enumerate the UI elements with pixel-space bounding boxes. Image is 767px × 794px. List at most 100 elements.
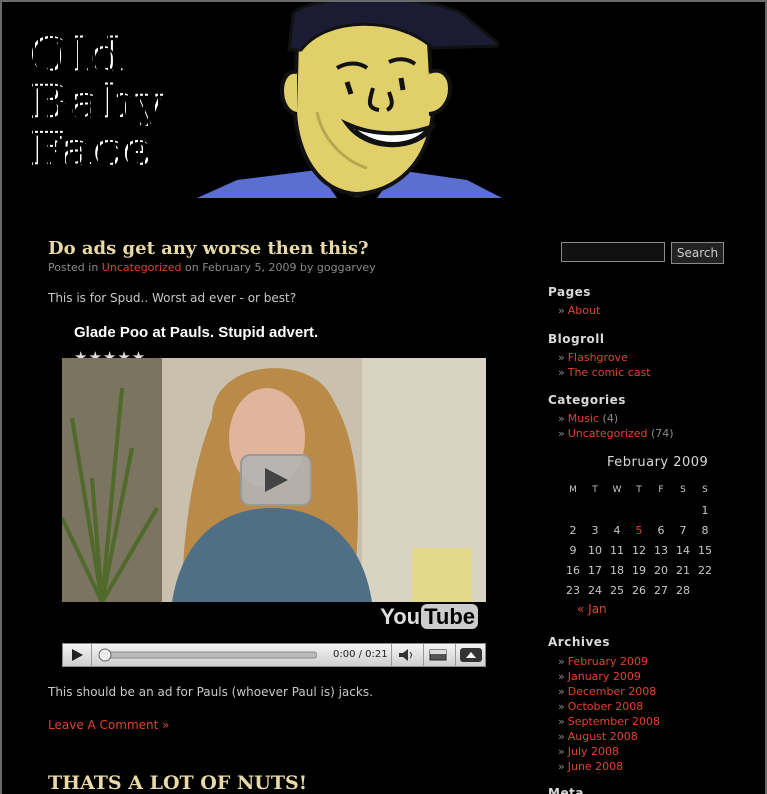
calendar-day: 22 [698, 563, 712, 577]
leave-comment-link[interactable]: Leave A Comment » [48, 718, 169, 732]
progress-bar[interactable] [97, 644, 318, 666]
logo-line: Old [30, 32, 164, 79]
calendar-day [672, 500, 694, 520]
weekday: W [612, 485, 622, 495]
calendar-day: 6 [657, 523, 665, 537]
calendar-day [650, 500, 672, 520]
sidebar-link[interactable]: » The comic cast [558, 366, 651, 379]
volume-button[interactable] [391, 644, 420, 666]
calendar-day [562, 500, 584, 520]
calendar-day: 10 [588, 543, 602, 557]
video-title[interactable]: Glade Poo at Pauls. Stupid advert. [74, 324, 318, 341]
arrow-icon: » [558, 760, 565, 773]
youtube-logo-tube: Tube [421, 604, 478, 629]
meta-suffix: on February 5, 2009 by goggarvey [185, 261, 376, 274]
header-face-illustration [197, 2, 502, 198]
size-toggle-button[interactable] [423, 644, 452, 666]
weekday: T [636, 485, 642, 495]
archive-link[interactable]: » August 2008 [558, 730, 638, 743]
arrow-icon: » [558, 700, 565, 713]
archive-link[interactable]: » February 2009 [558, 655, 648, 668]
archive-link-label: December 2008 [567, 685, 657, 698]
archive-link[interactable]: » October 2008 [558, 700, 643, 713]
arrow-icon: » [558, 427, 565, 440]
play-icon [265, 468, 288, 492]
archives-heading: Archives [548, 635, 611, 649]
weekday: S [702, 485, 708, 495]
sidebar-link-label: The comic cast [567, 366, 651, 379]
sidebar-link[interactable]: » Uncategorized (74) [558, 427, 674, 440]
site-logo[interactable]: Old Baby Face [30, 32, 164, 173]
post-body: This should be an ad for Pauls (whoever … [48, 685, 373, 699]
archive-link[interactable]: » September 2008 [558, 715, 660, 728]
category-count: (4) [602, 412, 619, 425]
archive-link-label: July 2008 [567, 745, 620, 758]
calendar-day: 23 [566, 583, 580, 597]
calendar-week: 1 [562, 500, 716, 520]
calendar-day: 7 [679, 523, 687, 537]
arrow-icon: » [558, 730, 565, 743]
post-intro: This is for Spud.. Worst ad ever - or be… [48, 291, 297, 305]
arrow-icon: » [558, 366, 565, 379]
archive-link[interactable]: » July 2008 [558, 745, 619, 758]
sidebar-link[interactable]: » Flashgrove [558, 351, 628, 364]
search-input[interactable] [561, 242, 665, 262]
sidebar-link[interactable]: » About [558, 304, 600, 317]
search-button[interactable]: Search [671, 242, 724, 264]
youtube-embed[interactable]: Glade Poo at Pauls. Stupid advert. ★★★★★ [60, 318, 486, 668]
video-time: 0:00 / 0:21 [333, 649, 388, 660]
arrow-icon: » [558, 685, 565, 698]
video-thumbnail[interactable] [62, 358, 486, 602]
pages-heading: Pages [548, 285, 591, 299]
calendar-day [606, 500, 628, 520]
calendar-day: 4 [613, 523, 621, 537]
calendar-day-link[interactable]: 5 [628, 520, 650, 540]
sidebar-link-label: About [567, 304, 601, 317]
calendar-week: 2345678 [562, 520, 716, 540]
calendar-day: 3 [591, 523, 599, 537]
post-title[interactable]: Do ads get any worse then this? [48, 238, 369, 259]
calendar-day: 13 [654, 543, 668, 557]
play-icon [72, 649, 83, 661]
weekday: S [680, 485, 686, 495]
archive-link[interactable]: » January 2009 [558, 670, 641, 683]
calendar-day: 1 [701, 503, 709, 517]
calendar-day: 16 [566, 563, 580, 577]
calendar-day [694, 580, 716, 600]
arrow-icon: » [558, 351, 565, 364]
play-button[interactable] [240, 454, 312, 506]
archive-link-label: October 2008 [567, 700, 644, 713]
calendar-day: 12 [632, 543, 646, 557]
meta-prefix: Posted in [48, 261, 99, 274]
calendar-day: 25 [610, 583, 624, 597]
post-meta: Posted in Uncategorized on February 5, 2… [48, 261, 376, 274]
arrow-icon: » [558, 412, 565, 425]
archive-link-label: February 2009 [567, 655, 648, 668]
archive-link[interactable]: » June 2008 [558, 760, 623, 773]
meta-heading: Meta [548, 786, 584, 794]
youtube-logo[interactable]: You Tube [380, 604, 478, 630]
calendar-day: 20 [654, 563, 668, 577]
calendar-day: 26 [632, 583, 646, 597]
calendar-day: 24 [588, 583, 602, 597]
calendar-prev-link[interactable]: « Jan [577, 602, 607, 616]
category-link[interactable]: Uncategorized [102, 261, 182, 274]
chevron-up-icon [460, 648, 482, 662]
weekday: T [592, 485, 598, 495]
arrow-icon: » [558, 670, 565, 683]
calendar: M T W T F S S 1 2 3 4 5 6 7 8 9 10 11 12 13 14 15 16 17 1… [562, 480, 716, 600]
page: Old Baby Face Do ads get any worse then … [2, 2, 765, 794]
progress-track [98, 648, 318, 662]
sidebar-link[interactable]: » Music (4) [558, 412, 618, 425]
calendar-day: 14 [676, 543, 690, 557]
calendar-day [628, 500, 650, 520]
archive-link[interactable]: » December 2008 [558, 685, 656, 698]
post-title[interactable]: THATS A LOT OF NUTS! [48, 772, 307, 794]
sidebar-link-label: Flashgrove [567, 351, 628, 364]
expand-menu-button[interactable] [455, 644, 486, 666]
youtube-logo-you: You [380, 604, 421, 629]
calendar-week: 16 17 18 19 20 21 22 [562, 560, 716, 580]
calendar-day: 19 [632, 563, 646, 577]
calendar-day: 11 [610, 543, 624, 557]
control-play-button[interactable] [63, 644, 92, 666]
